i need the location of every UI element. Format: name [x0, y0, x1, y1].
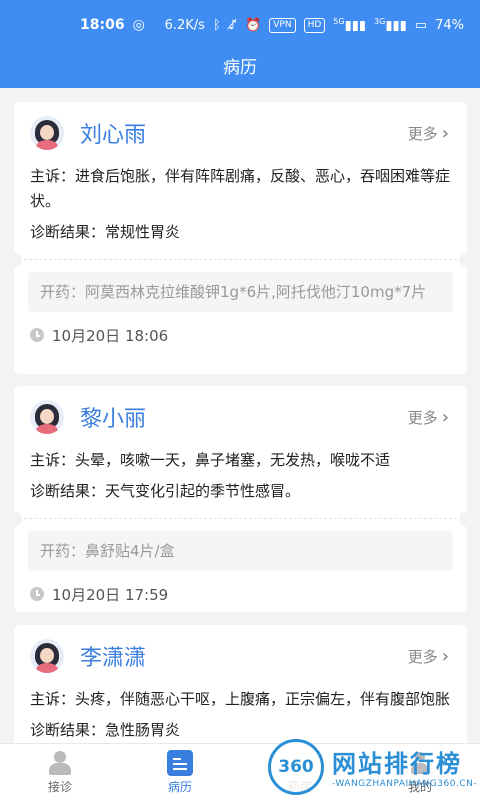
watermark-title: 网站排行榜 [332, 750, 462, 778]
more-button[interactable]: 更多 › [408, 646, 449, 667]
status-bar: 18:06 ◎ 6.2K/s ᛒ ♪̸ ⏰ VPN HD 5G▮▮▮ 3G▮▮▮… [0, 0, 480, 50]
chevron-right-icon: › [441, 645, 449, 667]
record-card[interactable]: 刘心雨 更多 › 主诉：进食后饱胀，伴有阵阵剧痛，反酸、恶心，吞咽困难等症状。 … [14, 102, 467, 374]
record-card[interactable]: 李潇潇 更多 › 主诉：头疼，伴随恶心干呕，上腹痛，正宗偏左，伴有腹部饱胀 诊断… [14, 625, 467, 743]
tab-label: 病历 [167, 779, 192, 794]
patient-avatar [30, 116, 64, 150]
record-time-row: 10月20日 17:59 [14, 571, 467, 612]
record-time-row: 10月20日 18:06 [14, 312, 467, 358]
mute-icon: ♪̸ [228, 17, 238, 33]
record-list[interactable]: 刘心雨 更多 › 主诉：进食后饱胀，伴有阵阵剧痛，反酸、恶心，吞咽困难等症状。 … [0, 88, 480, 743]
watermark-logo: 360 [268, 738, 324, 795]
chevron-right-icon: › [441, 122, 449, 144]
more-label: 更多 [407, 124, 438, 143]
more-button[interactable]: 更多 › [408, 123, 449, 144]
divider [14, 511, 467, 527]
hd-badge: HD [303, 17, 326, 33]
doctor-icon [47, 750, 73, 776]
diagnosis: 诊断结果：天气变化引起的季节性感冒。 [30, 482, 301, 500]
clock-icon [30, 328, 44, 342]
record-card[interactable]: 黎小丽 更多 › 主诉：头晕，咳嗽一天，鼻子堵塞，无发热，喉咙不适 诊断结果：天… [14, 386, 467, 612]
tab-records[interactable]: 病历 [120, 744, 240, 800]
bluetooth-icon: ᛒ [212, 17, 221, 33]
alarm-icon: ⏰ [245, 17, 262, 33]
chevron-right-icon: › [441, 406, 449, 428]
signal-5g-icon: 5G▮▮▮ [333, 16, 367, 34]
patient-name: 刘心雨 [80, 123, 147, 148]
watermark: 360 网站排行榜 -WANGZHANPAIHANG360.CN- [268, 733, 480, 800]
clock-icon [30, 587, 44, 601]
tab-label: 接诊 [47, 779, 72, 794]
patient-avatar [30, 639, 64, 673]
record-time: 10月20日 18:06 [52, 326, 169, 345]
more-label: 更多 [407, 408, 438, 427]
battery-icon: ▭ [414, 17, 428, 33]
divider [14, 252, 467, 268]
diagnosis: 诊断结果：常规性胃炎 [30, 223, 181, 241]
prescription: 开药：阿莫西林克拉维酸钾1g*6片,阿托伐他汀10mg*7片 [28, 272, 453, 312]
status-time: 18:06 [80, 17, 125, 33]
signal-3g-icon: 3G▮▮▮ [374, 16, 407, 34]
patient-name: 黎小丽 [80, 407, 147, 432]
watermark-url: -WANGZHANPAIHANG360.CN- [332, 779, 478, 789]
chief-complaint: 主诉：头晕，咳嗽一天，鼻子堵塞，无发热，喉咙不适 [30, 451, 391, 469]
chief-complaint: 主诉：头疼，伴随恶心干呕，上腹痛，正宗偏左，伴有腹部饱胀 [30, 690, 451, 708]
tab-reception[interactable]: 接诊 [0, 744, 120, 800]
record-icon [167, 749, 193, 776]
more-button[interactable]: 更多 › [408, 407, 449, 428]
status-speed: 6.2K/s [164, 17, 205, 33]
record-time: 10月20日 17:59 [52, 585, 169, 604]
chief-complaint: 主诉：进食后饱胀，伴有阵阵剧痛，反酸、恶心，吞咽困难等症状。 [30, 167, 451, 210]
page-title: 病历 [223, 57, 257, 78]
status-app-icon: ◎ [132, 17, 145, 33]
patient-name: 李潇潇 [80, 646, 147, 671]
more-label: 更多 [407, 647, 438, 666]
top-bar: 18:06 ◎ 6.2K/s ᛒ ♪̸ ⏰ VPN HD 5G▮▮▮ 3G▮▮▮… [0, 0, 480, 88]
prescription: 开药：鼻舒贴4片/盒 [28, 531, 453, 571]
battery-percent: 74% [435, 17, 464, 33]
vpn-badge: VPN [269, 17, 296, 33]
patient-avatar [30, 400, 64, 434]
